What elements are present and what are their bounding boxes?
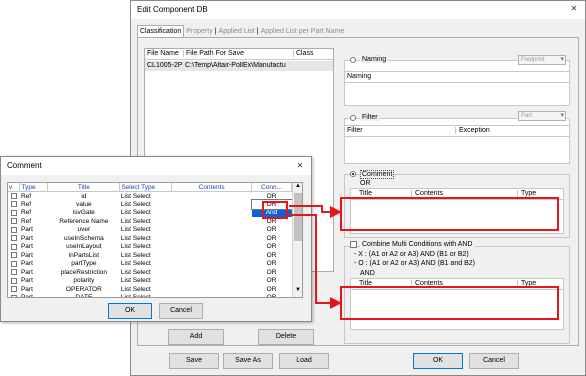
highlight-arrows <box>289 205 342 309</box>
arrow-to-comment <box>289 205 342 218</box>
arrow-to-combine <box>289 214 342 309</box>
